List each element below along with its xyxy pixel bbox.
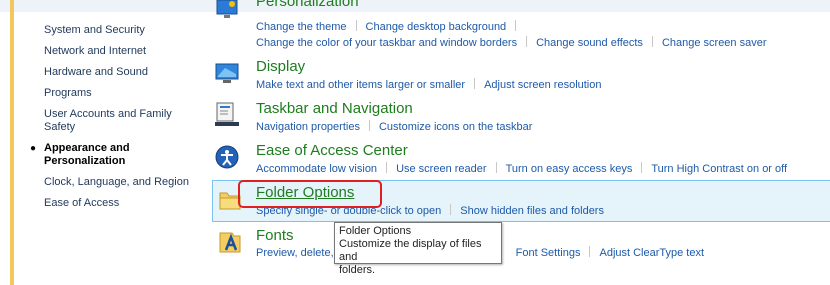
personalization-title[interactable]: Personalization	[256, 0, 359, 10]
link-separator	[474, 78, 476, 89]
display-links: Make text and other items larger or smal…	[256, 78, 602, 91]
tooltip-line2: folders.	[339, 264, 376, 276]
link-adjust-screen-resolution[interactable]: Adjust screen resolution	[484, 79, 601, 91]
link-high-contrast[interactable]: Turn High Contrast on or off	[651, 163, 787, 175]
link-separator	[515, 20, 517, 31]
link-separator	[450, 204, 452, 215]
taskbar-icon	[215, 102, 239, 126]
link-separator	[589, 246, 591, 257]
callout-highlight-box	[238, 180, 382, 208]
link-change-desktop-background[interactable]: Change desktop background	[366, 21, 507, 33]
active-bullet-icon: ●	[30, 143, 37, 154]
taskbar-links: Navigation properties Customize icons on …	[256, 120, 532, 133]
folder-options-tooltip: Folder Options Customize the display of …	[334, 222, 502, 276]
link-separator	[355, 20, 357, 31]
sidebar-item-clock-language[interactable]: Clock, Language, and Region	[44, 176, 204, 189]
link-make-text-larger[interactable]: Make text and other items larger or smal…	[256, 79, 465, 91]
left-accent-bar	[10, 0, 14, 285]
link-separator	[651, 36, 653, 47]
link-change-screen-saver[interactable]: Change screen saver	[662, 37, 767, 49]
link-accommodate-low-vision[interactable]: Accommodate low vision	[256, 163, 377, 175]
ease-of-access-icon	[215, 145, 239, 169]
sidebar-item-network-internet[interactable]: Network and Internet	[44, 45, 204, 58]
link-taskbar-color[interactable]: Change the color of your taskbar and win…	[256, 37, 517, 49]
taskbar-navigation-title[interactable]: Taskbar and Navigation	[256, 100, 413, 117]
link-use-screen-reader[interactable]: Use screen reader	[396, 163, 487, 175]
sidebar-item-hardware-sound[interactable]: Hardware and Sound	[44, 66, 204, 79]
display-icon	[215, 63, 239, 83]
link-separator	[386, 162, 388, 173]
sidebar-nav: System and Security Network and Internet…	[30, 24, 204, 218]
personalization-links-row1: Change the theme Change desktop backgroun…	[256, 20, 525, 33]
link-change-theme[interactable]: Change the theme	[256, 21, 347, 33]
link-customize-taskbar-icons[interactable]: Customize icons on the taskbar	[379, 121, 532, 133]
sidebar-item-programs[interactable]: Programs	[44, 87, 204, 100]
link-separator	[526, 36, 528, 47]
link-separator	[641, 162, 643, 173]
link-separator	[368, 120, 370, 131]
display-title[interactable]: Display	[256, 58, 305, 75]
link-navigation-properties[interactable]: Navigation properties	[256, 121, 360, 133]
link-show-hidden-files[interactable]: Show hidden files and folders	[460, 205, 604, 217]
link-preview-delete-fonts[interactable]: Preview, delete,	[256, 247, 334, 259]
ease-of-access-title[interactable]: Ease of Access Center	[256, 142, 408, 159]
personalization-links-row2: Change the color of your taskbar and win…	[256, 36, 767, 49]
fonts-icon	[219, 232, 241, 253]
tooltip-title: Folder Options	[339, 225, 412, 237]
personalization-icon	[216, 0, 238, 18]
tooltip-line1: Customize the display of files and	[339, 238, 482, 263]
sidebar-item-ease-of-access[interactable]: Ease of Access	[44, 197, 204, 210]
link-font-settings[interactable]: Font Settings	[516, 247, 581, 259]
sidebar-item-user-accounts[interactable]: User Accounts and Family Safety	[44, 108, 179, 134]
sidebar-item-appearance[interactable]: ● Appearance and Personalization	[30, 142, 204, 168]
link-change-sound-effects[interactable]: Change sound effects	[536, 37, 643, 49]
ease-of-access-links: Accommodate low vision Use screen reader T…	[256, 162, 787, 175]
sidebar-item-system-security[interactable]: System and Security	[44, 24, 204, 37]
link-adjust-cleartype[interactable]: Adjust ClearType text	[599, 247, 704, 259]
link-separator	[495, 162, 497, 173]
link-easy-access-keys[interactable]: Turn on easy access keys	[506, 163, 633, 175]
fonts-title[interactable]: Fonts	[256, 227, 294, 244]
window-top-band	[0, 0, 830, 12]
sidebar-item-appearance-label: Appearance and Personalization	[44, 142, 130, 167]
